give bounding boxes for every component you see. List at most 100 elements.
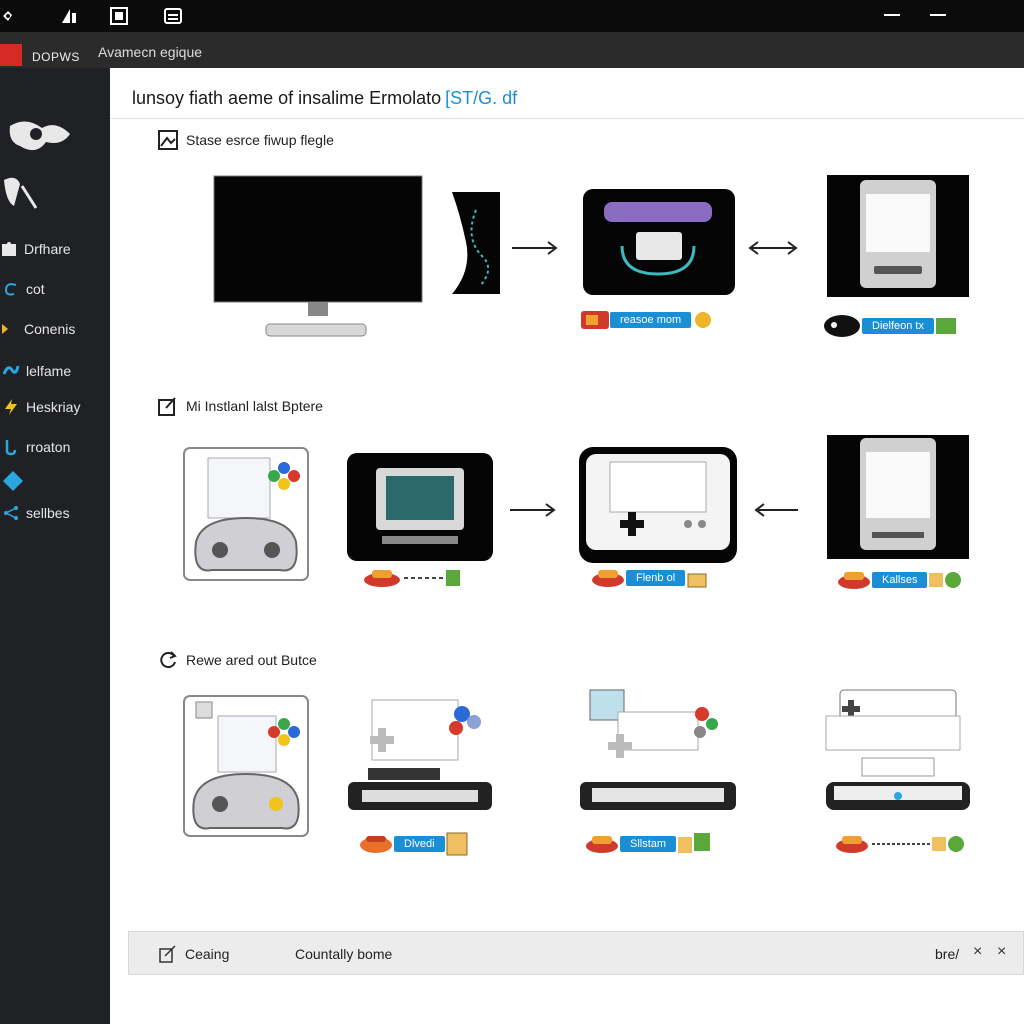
cartridge-icon — [836, 836, 868, 853]
close-icon[interactable]: × — [973, 943, 982, 961]
tag-label: reasoe mom — [610, 312, 692, 328]
desktop-card[interactable] — [824, 688, 972, 814]
sidebar-item-sellbes[interactable]: sellbes — [2, 504, 70, 522]
tag-3-2[interactable]: Sllstam — [584, 833, 712, 854]
lock-icon — [687, 573, 707, 588]
cartridge-icon — [592, 570, 624, 587]
puzzle-icon — [2, 242, 16, 256]
status-middle: Countally bome — [295, 946, 393, 962]
sidebar-item-brush[interactable] — [0, 172, 44, 212]
cartridge-icon — [364, 570, 400, 587]
edit-icon — [159, 945, 176, 963]
sidebar: Drfhare cot Conenis lelfame Heskriay rro… — [0, 68, 110, 1024]
app-name: DOPWS — [32, 50, 80, 64]
cartridge-icon — [586, 836, 618, 853]
status-right: bre/ — [935, 946, 960, 962]
main-content: lunsoy fiath aeme of insalime Ermolato [S… — [110, 68, 1024, 1024]
sidebar-item-splash[interactable] — [6, 116, 78, 158]
sidebar-item-label: Drfhare — [24, 241, 71, 257]
section-title: Rewe ared out Butce — [186, 652, 317, 668]
window-icon[interactable] — [164, 7, 182, 25]
sidebar-item-heskriay[interactable]: Heskriay — [2, 398, 80, 416]
close-icon[interactable]: × — [997, 943, 1006, 961]
tag-3-1[interactable]: Dlvedi — [358, 832, 469, 856]
tag-1-2[interactable]: Dielfeon tx — [822, 315, 958, 337]
sidebar-item-label: Conenis — [24, 321, 76, 337]
cartridge-icon — [360, 836, 392, 853]
wave-icon — [2, 365, 20, 375]
tag-label: Kallses — [872, 572, 928, 588]
arrow-left-icon — [754, 503, 798, 517]
gamepad-doc-card[interactable] — [182, 694, 310, 840]
diamond-icon — [3, 471, 23, 491]
app-header: DOPWS Avamecn egique — [0, 32, 1024, 68]
page-title-text: lunsoy fiath aeme of insalime Ermolato — [132, 88, 442, 108]
sidebar-item-label: lelfame — [26, 363, 72, 379]
app-subtitle: Avamecn egique — [98, 44, 203, 60]
sidebar-item-label: rroaton — [26, 439, 71, 455]
sidebar-item-cot[interactable]: cot — [2, 280, 45, 298]
window-titlebar — [0, 0, 1024, 32]
splash-icon — [9, 121, 70, 151]
sidebar-item-conenis[interactable]: Conenis — [0, 320, 75, 338]
brush-icon — [4, 177, 38, 209]
controller-doc-card[interactable] — [182, 446, 310, 584]
close-button[interactable] — [930, 14, 946, 16]
sidebar-item-diamond[interactable] — [2, 470, 24, 492]
tool-icon — [2, 324, 8, 334]
tablet-card[interactable] — [826, 434, 970, 560]
sidebar-item-label: cot — [26, 281, 45, 297]
bolt-icon — [5, 399, 17, 415]
connector-icon — [872, 836, 964, 852]
sidebar-item-label: Heskriay — [26, 399, 81, 415]
cartridge-icon — [838, 572, 870, 589]
network-icon[interactable] — [2, 7, 20, 25]
loop-icon — [4, 283, 17, 296]
sidebar-item-label: sellbes — [26, 505, 70, 521]
retro-pc-card[interactable] — [346, 452, 494, 562]
section-title: Mi Instlanl lalst Bptere — [186, 398, 323, 414]
tag-label: Dlvedi — [394, 836, 445, 852]
section-header-3: Rewe ared out Butce — [158, 650, 317, 670]
edit-icon — [158, 397, 176, 416]
system-card[interactable] — [578, 688, 740, 814]
title-divider — [110, 118, 1024, 119]
section-header-2: Mi Instlanl lalst Bptere — [158, 396, 323, 416]
tag-2-3[interactable]: Kallses — [836, 570, 963, 590]
arrow-both-icon — [748, 241, 798, 255]
gamepad-icon — [824, 315, 860, 337]
page-title: lunsoy fiath aeme of insalime Ermolato [S… — [132, 88, 517, 109]
section-header-1: Stase esrce fiwup flegle — [158, 130, 334, 150]
tag-2-2[interactable]: Flenb ol — [590, 568, 709, 588]
cable-card[interactable] — [450, 190, 502, 296]
signal-icon[interactable] — [60, 7, 78, 25]
hook-icon — [5, 440, 17, 456]
sidebar-item-rroaton[interactable]: rroaton — [2, 438, 70, 456]
chip-icon — [678, 833, 711, 853]
monitor-card[interactable] — [212, 174, 424, 342]
arrow-right-icon — [512, 241, 558, 255]
chip-icon — [929, 572, 962, 588]
status-left: Ceaing — [185, 946, 230, 962]
chip-icon — [935, 318, 956, 334]
tag-2-1[interactable] — [362, 568, 462, 588]
image-icon[interactable] — [110, 7, 128, 25]
handheld-card[interactable] — [578, 446, 738, 564]
image-icon — [158, 130, 178, 150]
coin-icon — [695, 312, 712, 328]
sidebar-item-lelfame[interactable]: lelfame — [2, 362, 71, 380]
minimize-button[interactable] — [884, 14, 900, 16]
share-icon — [4, 506, 18, 520]
document-icon — [446, 832, 468, 856]
device-card[interactable] — [826, 174, 970, 298]
status-bar: Ceaing Countally bome bre/ × × — [128, 931, 1024, 975]
console-card[interactable] — [582, 188, 736, 296]
laptop-controller-card[interactable] — [346, 698, 496, 814]
refresh-icon — [160, 651, 177, 669]
section-title: Stase esrce fiwup flegle — [186, 132, 334, 148]
app-logo — [0, 44, 22, 66]
tag-label: Dielfeon tx — [862, 318, 934, 334]
tag-1-1[interactable]: reasoe mom — [580, 310, 715, 330]
sidebar-item-drfhare[interactable]: Drfhare — [0, 240, 71, 258]
tag-3-3[interactable] — [834, 834, 966, 854]
